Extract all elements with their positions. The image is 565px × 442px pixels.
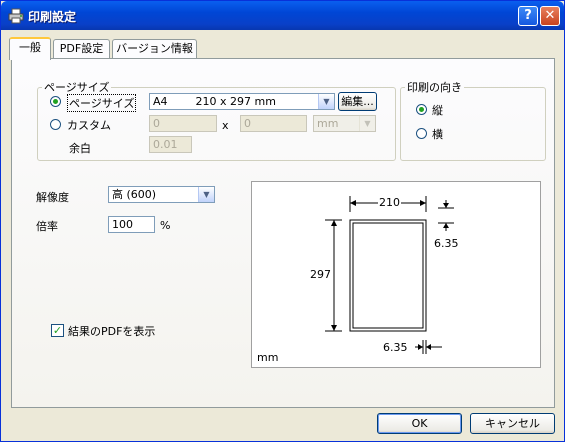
margin-label: 余白	[69, 142, 91, 155]
tab-general[interactable]: 一般	[9, 37, 51, 60]
resolution-select[interactable]: 高 (600) ▼	[108, 186, 215, 203]
custom-unit-value: mm	[317, 117, 339, 130]
width-dimension: 210	[378, 196, 401, 209]
times-label: x	[222, 119, 229, 132]
custom-height-input[interactable]: 0	[240, 115, 307, 132]
ok-button[interactable]: OK	[377, 413, 462, 434]
scale-input[interactable]: 100	[108, 216, 155, 233]
chevron-down-icon: ▼	[359, 116, 375, 131]
page-size-radio[interactable]	[50, 96, 61, 107]
printer-icon	[8, 8, 24, 24]
close-button[interactable]: ✕	[540, 6, 560, 26]
orientation-group-label: 印刷の向き	[407, 81, 462, 94]
chevron-down-icon: ▼	[198, 187, 214, 202]
resolution-label: 解像度	[36, 191, 69, 204]
scale-unit: %	[160, 219, 171, 232]
edit-button[interactable]: 編集...	[338, 92, 377, 111]
portrait-radio[interactable]	[416, 104, 427, 115]
custom-radio[interactable]	[50, 119, 61, 130]
title-bar[interactable]: 印刷設定 ? ✕	[1, 1, 564, 30]
show-pdf-label[interactable]: 結果のPDFを表示	[68, 323, 155, 339]
page-preview: 210 297 6.35 6.35 mm	[251, 181, 541, 368]
page-size-group-label: ページサイズ	[44, 81, 110, 94]
landscape-radio[interactable]	[416, 128, 427, 139]
chevron-down-icon: ▼	[318, 94, 334, 109]
page-diagram	[325, 196, 454, 354]
portrait-label[interactable]: 縦	[432, 102, 443, 118]
height-dimension: 297	[310, 268, 331, 281]
custom-width-input[interactable]: 0	[149, 115, 217, 132]
print-settings-dialog: 印刷設定 ? ✕ 一般 PDF設定 バージョン情報 ページサイズ ページサイズ …	[0, 0, 565, 442]
tab-version-info[interactable]: バージョン情報	[112, 39, 197, 59]
window-title: 印刷設定	[28, 10, 77, 24]
bottom-margin-dimension: 6.35	[383, 341, 408, 354]
landscape-label[interactable]: 横	[432, 126, 443, 142]
margin-input[interactable]: 0.01	[149, 136, 192, 153]
page-size-select-value: A4 210 x 297 mm	[153, 95, 276, 108]
custom-radio-label[interactable]: カスタム	[67, 117, 111, 133]
orientation-group: 印刷の向き	[400, 79, 546, 161]
custom-unit-select[interactable]: mm ▼	[313, 115, 376, 132]
page-size-select[interactable]: A4 210 x 297 mm ▼	[149, 93, 335, 110]
resolution-select-value: 高 (600)	[112, 188, 157, 201]
help-button[interactable]: ?	[518, 6, 538, 26]
top-margin-dimension: 6.35	[434, 237, 459, 250]
preview-unit: mm	[257, 351, 279, 364]
tab-pdf-settings[interactable]: PDF設定	[53, 39, 110, 59]
page-size-radio-label[interactable]: ページサイズ	[67, 94, 137, 112]
show-pdf-checkbox[interactable]: ✓	[51, 324, 64, 337]
scale-label: 倍率	[36, 220, 58, 233]
cancel-button[interactable]: キャンセル	[470, 413, 555, 434]
